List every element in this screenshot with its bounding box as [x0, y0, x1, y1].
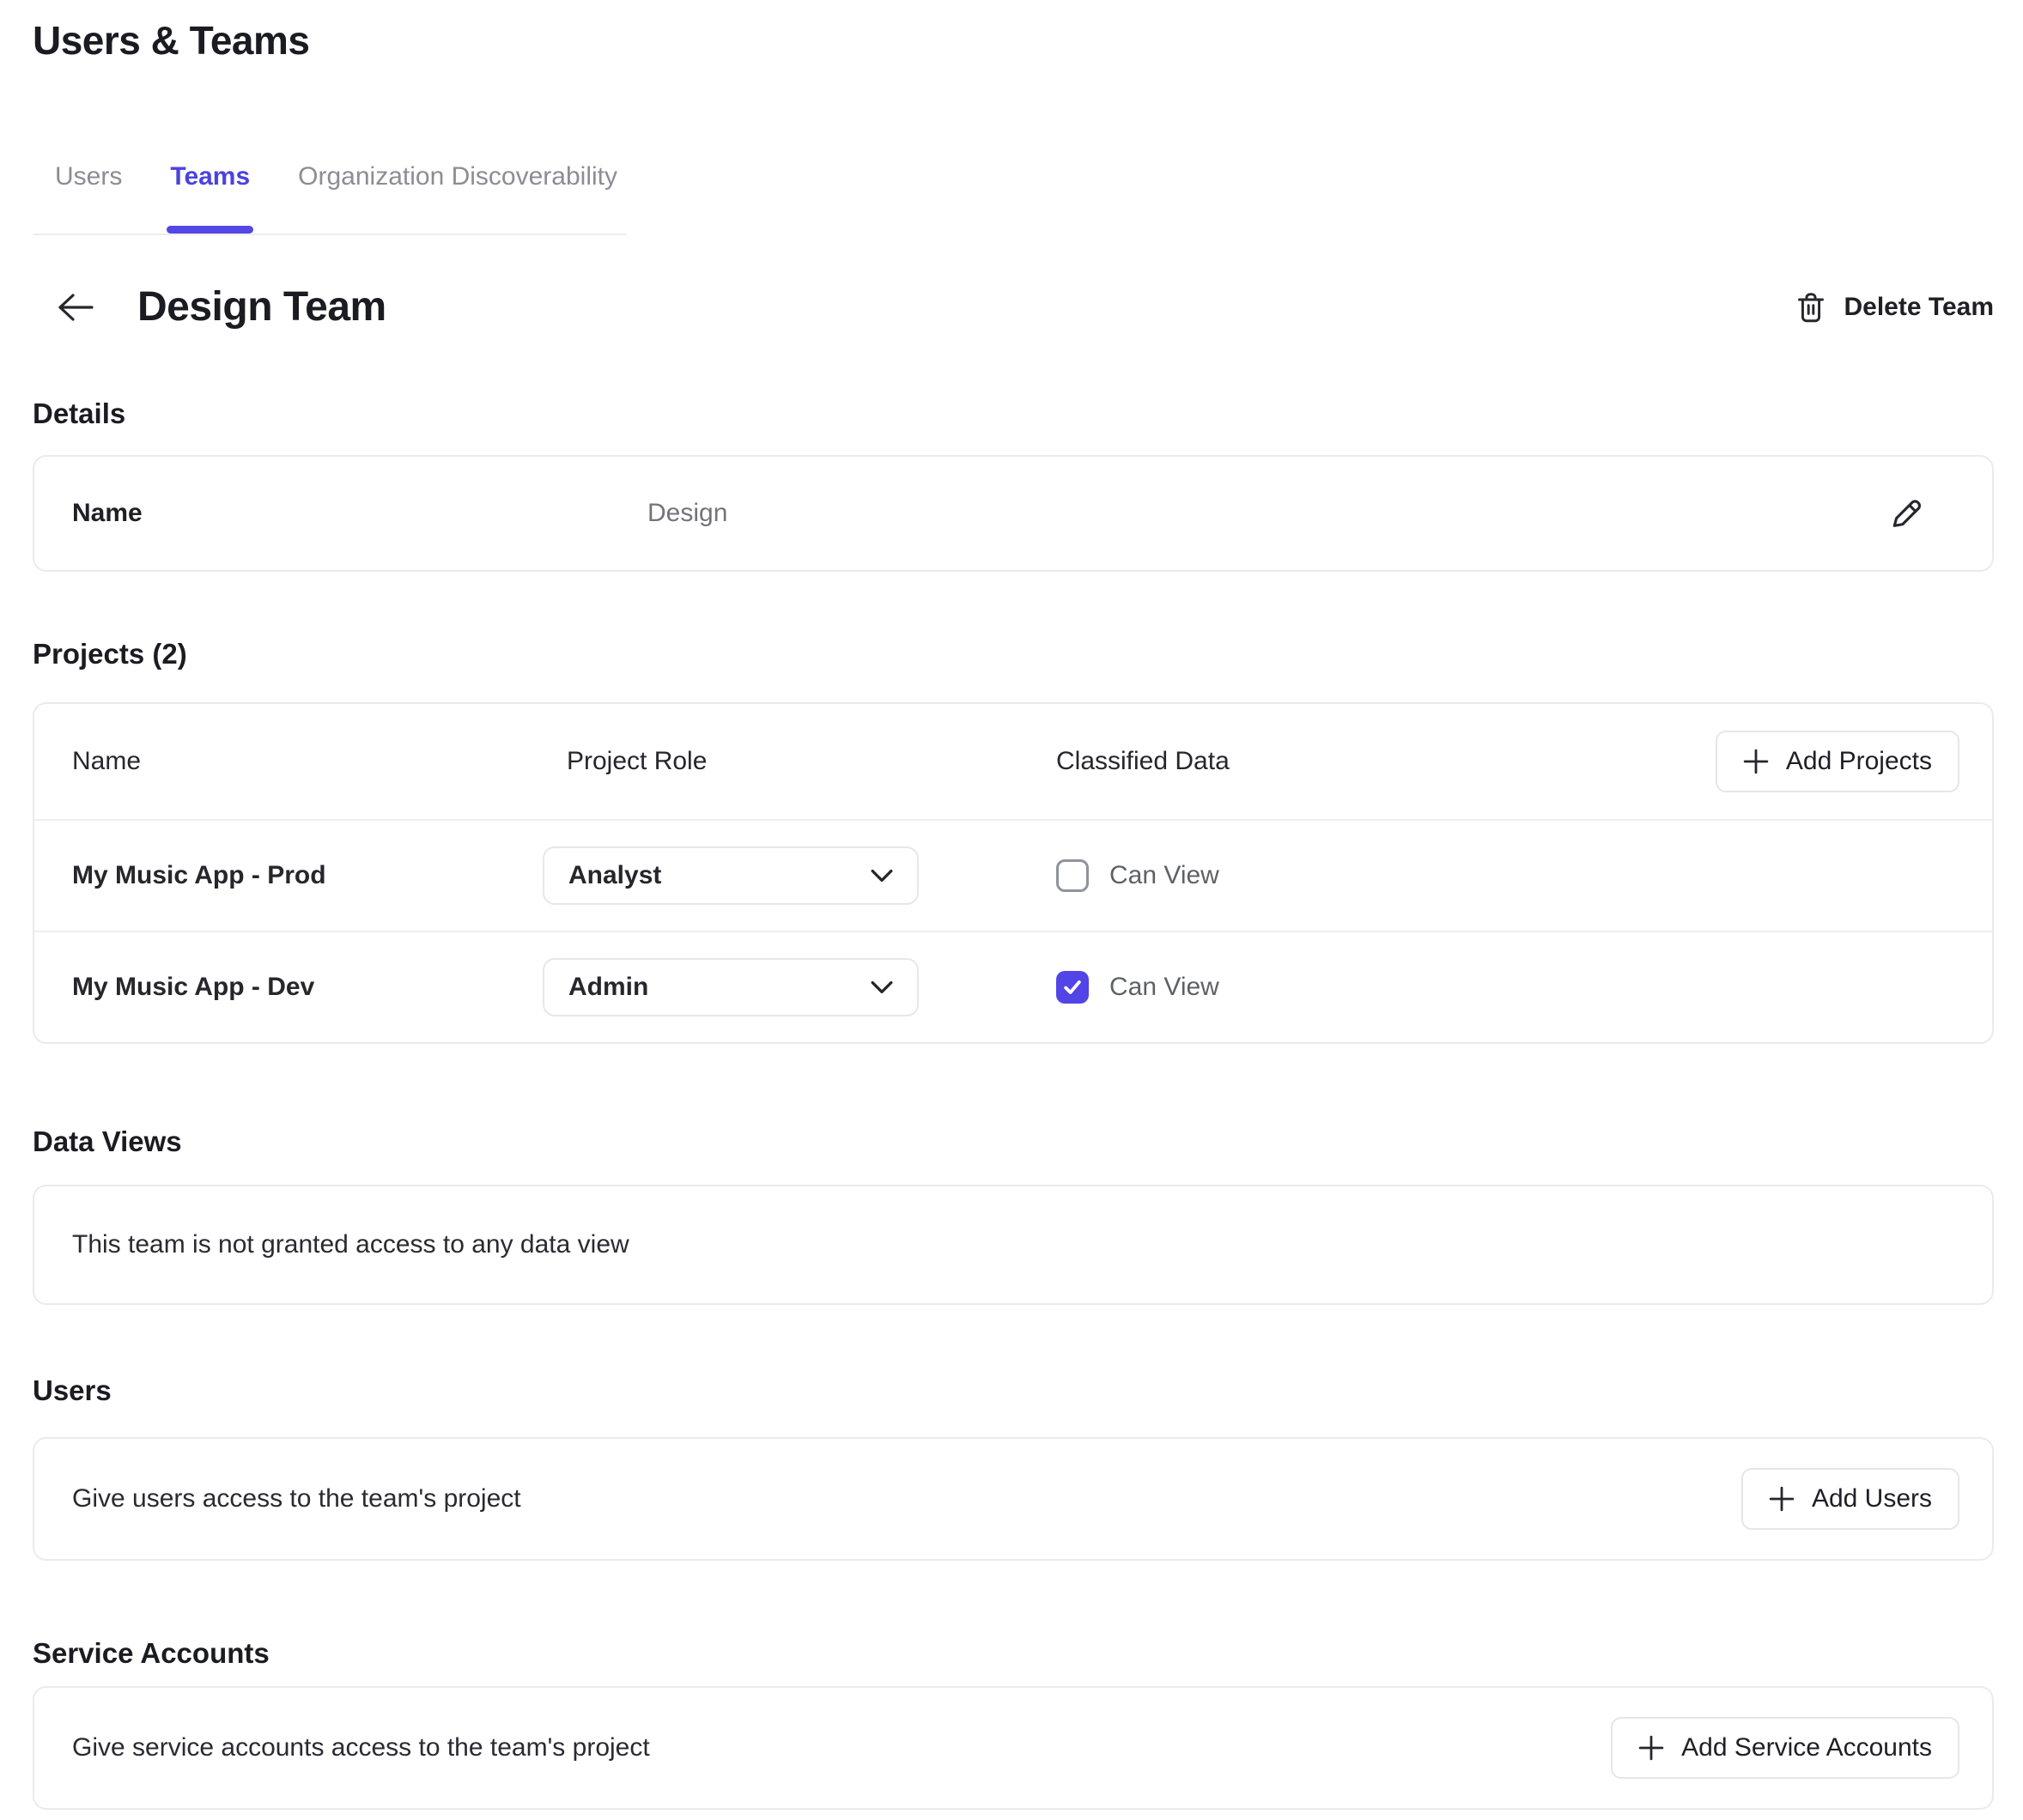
column-header-classified-data: Classified Data [1056, 747, 1716, 776]
tab-bar: Users Teams Organization Discoverability [33, 161, 627, 235]
add-service-accounts-button[interactable]: Add Service Accounts [1611, 1717, 1959, 1779]
can-view-checkbox[interactable] [1056, 859, 1089, 892]
project-name: My Music App - Dev [72, 973, 543, 1002]
chevron-down-icon [871, 869, 893, 883]
can-view-label: Can View [1109, 973, 1219, 1002]
tab-organization-discoverability[interactable]: Organization Discoverability [298, 161, 617, 234]
tab-users[interactable]: Users [55, 161, 122, 234]
team-header: Design Team Delete Team [33, 282, 1994, 333]
edit-name-button[interactable] [1887, 494, 1925, 532]
add-projects-button[interactable]: Add Projects [1716, 731, 1959, 792]
column-header-name: Name [72, 747, 543, 776]
back-arrow-icon [57, 293, 94, 322]
details-card: Name Design [33, 455, 1994, 572]
table-row: My Music App - Dev Admin Can View [34, 932, 1992, 1042]
add-projects-label: Add Projects [1786, 747, 1932, 776]
details-name-row: Name Design [34, 457, 1992, 570]
table-row: My Music App - Prod Analyst Can View [34, 821, 1992, 932]
project-name: My Music App - Prod [72, 861, 543, 890]
users-teams-page: Users & Teams Users Teams Organization D… [0, 0, 2023, 1820]
add-service-accounts-label: Add Service Accounts [1681, 1733, 1932, 1762]
projects-table-header: Name Project Role Classified Data Add Pr… [34, 704, 1992, 821]
details-name-value: Design [647, 499, 727, 528]
details-name-label: Name [72, 499, 647, 528]
data-views-card: This team is not granted access to any d… [33, 1185, 1994, 1305]
delete-team-button[interactable]: Delete Team [1797, 292, 1994, 323]
delete-team-label: Delete Team [1844, 293, 1994, 322]
column-header-project-role: Project Role [543, 747, 1056, 776]
service-accounts-card: Give service accounts access to the team… [33, 1686, 1994, 1810]
pencil-icon [1889, 496, 1923, 531]
team-title: Design Team [137, 282, 386, 333]
users-empty-text: Give users access to the team's project [72, 1484, 521, 1514]
project-role-select[interactable]: Analyst [543, 846, 919, 905]
data-views-heading: Data Views [33, 1125, 1994, 1159]
back-button[interactable] [57, 293, 94, 322]
users-heading: Users [33, 1374, 1994, 1408]
service-accounts-heading: Service Accounts [33, 1636, 1994, 1671]
project-role-select[interactable]: Admin [543, 958, 919, 1016]
projects-card: Name Project Role Classified Data Add Pr… [33, 702, 1994, 1044]
projects-heading: Projects (2) [33, 637, 1994, 671]
page-title: Users & Teams [33, 15, 1994, 65]
data-views-empty-text: This team is not granted access to any d… [72, 1230, 629, 1259]
chevron-down-icon [871, 980, 893, 994]
check-icon [1063, 980, 1082, 995]
details-heading: Details [33, 397, 1994, 431]
project-role-value: Analyst [568, 861, 661, 890]
can-view-label: Can View [1109, 861, 1219, 890]
tab-teams[interactable]: Teams [170, 161, 250, 234]
plus-icon [1743, 749, 1769, 774]
plus-icon [1769, 1486, 1795, 1512]
service-accounts-empty-text: Give service accounts access to the team… [72, 1733, 650, 1762]
users-card: Give users access to the team's project … [33, 1437, 1994, 1561]
project-role-value: Admin [568, 973, 648, 1002]
plus-icon [1638, 1735, 1664, 1761]
trash-icon [1797, 292, 1825, 323]
add-users-label: Add Users [1812, 1484, 1932, 1514]
can-view-checkbox[interactable] [1056, 971, 1089, 1004]
add-users-button[interactable]: Add Users [1741, 1468, 1959, 1530]
